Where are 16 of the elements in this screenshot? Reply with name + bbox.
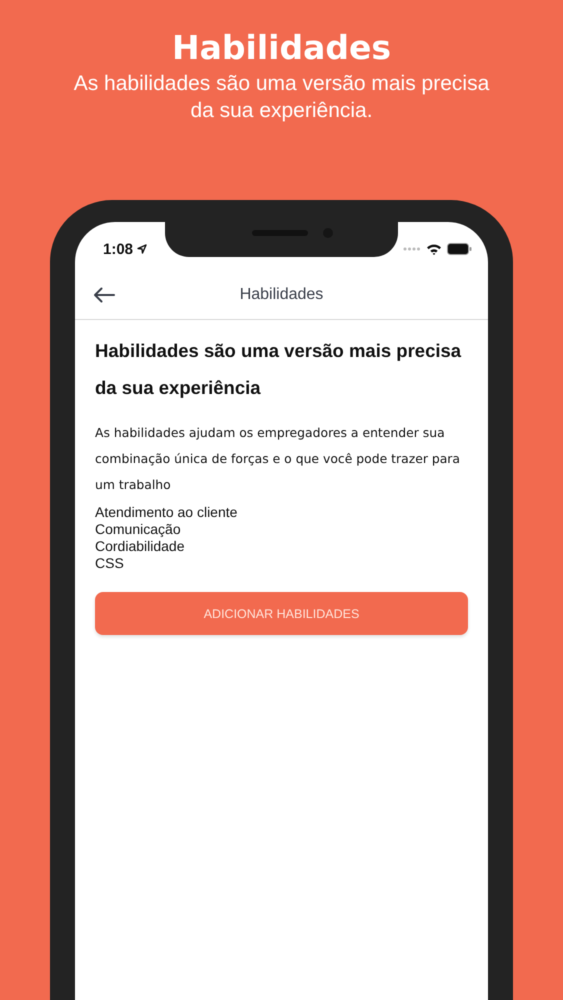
skill-item: CSS	[95, 555, 124, 572]
signal-icon	[403, 247, 421, 251]
promo-title: Habilidades	[172, 28, 391, 68]
status-time: 1:08	[103, 240, 134, 258]
skill-item: Comunicação	[95, 521, 181, 538]
wifi-icon	[426, 243, 442, 255]
back-button[interactable]	[93, 285, 117, 305]
promo-subtitle: As habilidades são uma versão mais precisa da sua experiência.	[72, 71, 490, 124]
description-text: As habilidades ajudam os empregadores a entender sua combinação única de forças e o que você pode trazer para um trabalho	[95, 424, 461, 494]
skill-item: Atendimento ao cliente	[95, 504, 238, 521]
section-heading: Habilidades são uma versão mais precisa da sua experiência	[95, 339, 462, 400]
skill-item: Cordiabilidade	[95, 538, 185, 555]
nav-title: Habilidades	[240, 286, 324, 304]
location-arrow-icon	[137, 244, 148, 254]
battery-icon	[447, 243, 472, 255]
add-skills-button[interactable]: ADICIONAR HABILIDADES	[95, 592, 468, 635]
